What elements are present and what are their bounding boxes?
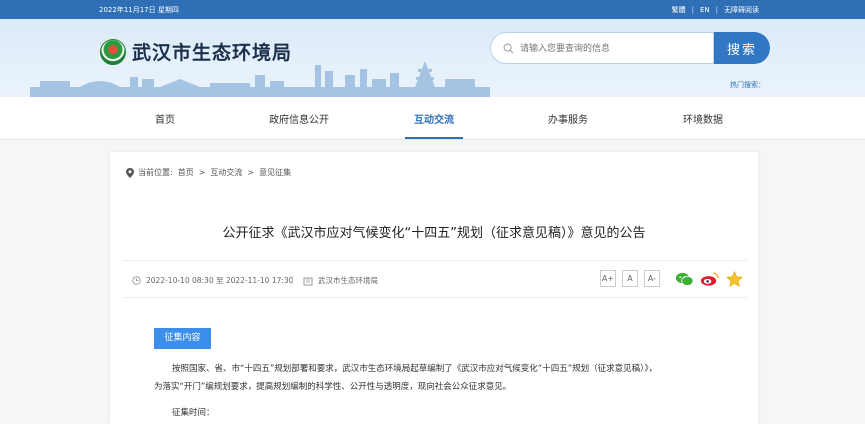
article-title: 公开征求《武汉市应对气候变化“十四五”规划（征求意见稿）》意见的公告 xyxy=(222,226,646,241)
publisher: 武汉市生态环境局 xyxy=(303,275,378,286)
english-link[interactable]: EN xyxy=(694,6,716,14)
article-paragraph: 按照国家、省、市“十四五”规划部署和要求，武汉市生态环境局起草编制了《武汉市应对… xyxy=(172,364,658,374)
search-input[interactable] xyxy=(520,43,700,53)
weibo-icon[interactable] xyxy=(700,271,719,287)
wechat-icon[interactable] xyxy=(675,271,694,287)
divider: | xyxy=(691,6,694,14)
top-links: 繁體 | EN | 无障碍阅读 xyxy=(666,5,765,15)
breadcrumb-home[interactable]: 首页 xyxy=(178,167,194,178)
traditional-chinese-link[interactable]: 繁體 xyxy=(666,5,692,15)
date-range: 2022-10-10 08:30 至 2022-11-10 17:30 xyxy=(132,275,293,286)
clock-icon xyxy=(132,276,141,285)
breadcrumb-separator: > xyxy=(247,168,255,177)
nav-gov-info[interactable]: 政府信息公开 xyxy=(269,97,329,140)
nav-home[interactable]: 首页 xyxy=(155,97,175,140)
breadcrumb-separator: > xyxy=(198,168,206,177)
article-meta: 2022-10-10 08:30 至 2022-11-10 17:30 | 武汉… xyxy=(122,260,748,298)
nav-env-data[interactable]: 环境数据 xyxy=(683,97,723,140)
divider: | xyxy=(715,6,718,14)
search-field[interactable] xyxy=(490,32,714,64)
current-date: 2022年11月17日 星期四 xyxy=(99,6,179,14)
font-size-decrease-button[interactable]: A- xyxy=(644,270,660,287)
nav-services[interactable]: 办事服务 xyxy=(548,97,588,140)
search-icon xyxy=(503,43,514,54)
publisher-name: 武汉市生态环境局 xyxy=(318,276,378,285)
section-tag: 征集内容 xyxy=(154,328,211,349)
collection-time-label: 征集时间： xyxy=(172,408,215,418)
favorite-star-icon[interactable] xyxy=(726,271,743,287)
nav-interaction[interactable]: 互动交流 xyxy=(414,97,454,140)
search-button[interactable]: 搜索 xyxy=(714,32,770,64)
search-bar: 搜索 xyxy=(490,32,770,64)
nav-active-indicator xyxy=(405,137,463,139)
main-nav: 首页 政府信息公开 互动交流 办事服务 环境数据 xyxy=(0,97,865,140)
article-card: 当前位置: 首页 > 互动交流 > 意见征集 公开征求《武汉市应对气候变化“十四… xyxy=(110,152,758,424)
hot-search-label: 热门搜索： xyxy=(730,81,765,89)
location-pin-icon xyxy=(126,167,134,178)
breadcrumb-label: 当前位置: xyxy=(138,168,173,177)
font-size-default-button[interactable]: A xyxy=(622,270,638,287)
font-size-increase-button[interactable]: A+ xyxy=(600,270,616,287)
date-range-text: 2022-10-10 08:30 至 2022-11-10 17:30 xyxy=(146,276,294,285)
top-bar: 2022年11月17日 星期四 繁體 | EN | 无障碍阅读 xyxy=(0,0,865,19)
city-skyline-illustration xyxy=(30,61,490,97)
breadcrumb-current[interactable]: 意见征集 xyxy=(259,167,291,178)
publisher-icon xyxy=(303,277,313,285)
site-header: 武汉市生态环境局 请输入您要查询的信息 搜索 热门搜索： xyxy=(0,19,865,97)
breadcrumb: 当前位置: 首页 > 互动交流 > 意见征集 xyxy=(126,167,296,178)
breadcrumb-interaction[interactable]: 互动交流 xyxy=(210,167,242,178)
accessibility-link[interactable]: 无障碍阅读 xyxy=(718,5,765,15)
article-paragraph-continued: 为落实“开门”编规划要求，提高规划编制的科学性、公开性与透明度，现向社会公众征求… xyxy=(154,382,512,392)
meta-divider: | xyxy=(291,275,294,284)
